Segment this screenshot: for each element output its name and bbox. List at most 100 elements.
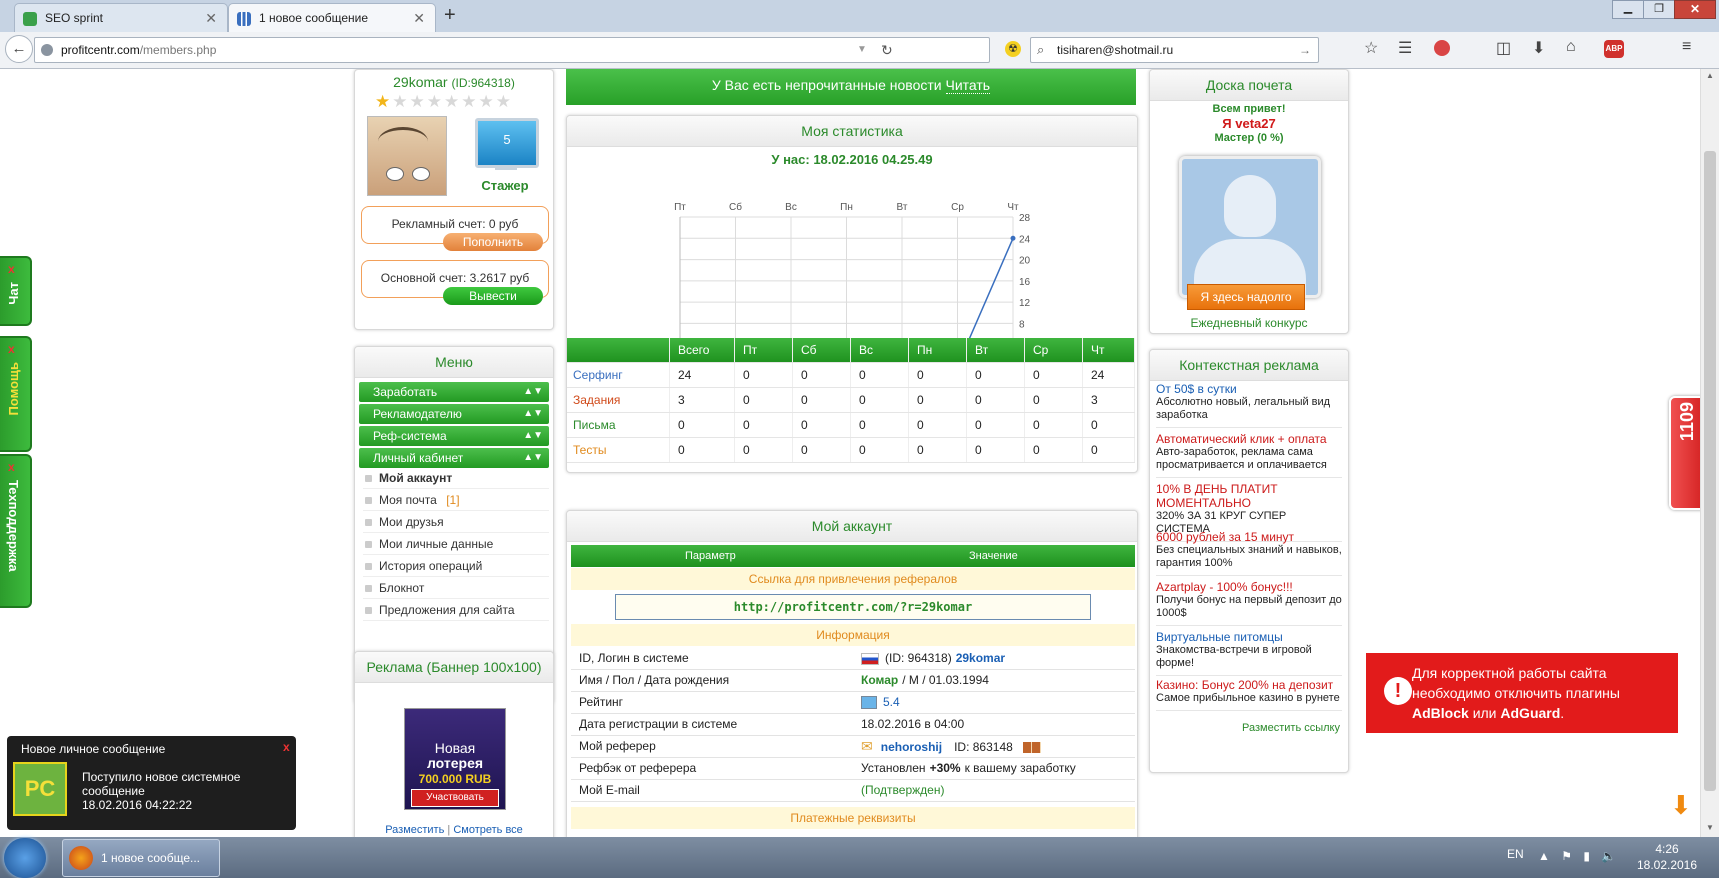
avatar[interactable] [367, 116, 447, 196]
stats-cell: 0 [734, 437, 793, 463]
stats-row-label[interactable]: Задания [567, 387, 670, 413]
download-icon[interactable]: ⬇ [1532, 38, 1545, 58]
tray-arrow-icon[interactable]: ▲ [1538, 849, 1550, 863]
dropdown-arrow-icon[interactable]: ▼ [857, 38, 867, 62]
pocket-icon[interactable]: ◫ [1496, 38, 1511, 58]
place-banner-link[interactable]: Разместить [385, 824, 444, 836]
close-window-icon[interactable]: ✕ [1674, 0, 1716, 19]
side-tab-chat[interactable]: x Чат [0, 256, 32, 326]
topup-button[interactable]: Пополнить [443, 233, 543, 251]
language-indicator[interactable]: EN [1507, 847, 1524, 861]
close-icon[interactable]: ✕ [413, 4, 425, 33]
context-ads-title: Контекстная реклама [1150, 350, 1348, 381]
hamburger-menu-icon[interactable]: ≡ [1682, 38, 1691, 56]
context-ad-item[interactable]: Azartplay - 100% бонус!!! Получи бонус на… [1156, 580, 1342, 626]
taskbar-task-firefox[interactable]: 1 новое сообще... [62, 839, 220, 877]
maximize-icon[interactable]: ❐ [1643, 0, 1675, 19]
news-read-link[interactable]: Читать [945, 77, 991, 94]
network-icon[interactable]: ▮ [1583, 849, 1590, 863]
bookmark-star-icon[interactable]: ☆ [1364, 38, 1378, 58]
tab-seo-sprint[interactable]: SEO sprint ✕ [14, 3, 228, 33]
counter-badge[interactable]: 1109 [1669, 396, 1700, 510]
user-id: (ID:964318) [451, 76, 515, 90]
menu-item-my-mail[interactable]: Моя почта [1] [363, 490, 549, 511]
menu-item-personal-data[interactable]: Мои личные данные [363, 534, 549, 555]
start-button[interactable] [4, 838, 46, 878]
context-ad-item[interactable]: От 50$ в сутки Абсолютно новый, легальный… [1156, 382, 1342, 428]
context-ad-title[interactable]: От 50$ в сутки [1156, 382, 1342, 396]
reading-list-icon[interactable]: ☰ [1398, 38, 1412, 58]
envelope-icon[interactable]: ✉ [861, 738, 873, 754]
place-link-button[interactable]: Разместить ссылку [1242, 722, 1340, 734]
scroll-down-arrow-icon[interactable]: ⬇ [1670, 790, 1692, 821]
stats-row-label[interactable]: Серфинг [567, 362, 670, 388]
close-icon[interactable]: x [8, 342, 15, 356]
context-ad-title[interactable]: Виртуальные питомцы [1156, 630, 1342, 644]
side-tab-help[interactable]: x Помощь [0, 336, 32, 452]
menu-item-history[interactable]: История операций [363, 556, 549, 577]
minimize-icon[interactable]: ▁ [1612, 0, 1644, 19]
menu-item-my-friends[interactable]: Мои друзья [363, 512, 549, 533]
context-ad-item[interactable]: 6000 рублей за 15 минут Без специальных з… [1156, 530, 1342, 576]
search-bar[interactable]: ⌕ tisiharen@shotmail.ru → [1030, 37, 1319, 63]
lottery-banner[interactable]: Новая лотерея 700.000 RUB Участвовать [404, 708, 506, 810]
context-ad-title[interactable]: 6000 рублей за 15 минут [1156, 530, 1342, 544]
side-tab-support[interactable]: x Техподдержка [0, 454, 32, 608]
menu-section-cabinet[interactable]: Личный кабинет ▲▼ [359, 448, 549, 468]
context-ad-title[interactable]: 10% В ДЕНЬ ПЛАТИТ МОМЕНТАЛЬНО [1156, 482, 1342, 510]
context-ad-item[interactable]: Автоматический клик + оплата Авто-заработ… [1156, 432, 1342, 478]
close-icon[interactable]: x [283, 740, 290, 754]
context-ad-title[interactable]: Azartplay - 100% бонус!!! [1156, 580, 1342, 594]
stop-icon[interactable] [1434, 40, 1450, 56]
volume-icon[interactable]: 🔈 [1601, 849, 1616, 863]
ref-link-box[interactable]: http://profitcentr.com/?r=29komar [615, 594, 1091, 620]
page-scrollbar-track[interactable]: ▲ ▼ [1700, 69, 1719, 837]
view-all-link[interactable]: Смотреть все [453, 824, 522, 836]
account-row-extra[interactable]: 29komar [956, 651, 1005, 665]
flag-icon[interactable]: ⚑ [1561, 849, 1572, 863]
stats-row-label[interactable]: Письма [567, 412, 670, 438]
menu-section-ref-system[interactable]: Реф-система ▲▼ [359, 426, 549, 446]
adblock-notice[interactable]: ! Для корректной работы сайта необходимо… [1366, 653, 1678, 733]
user-placeholder-avatar[interactable] [1179, 156, 1321, 298]
username[interactable]: 29komar [393, 74, 447, 90]
y-tick-label: 28 [1019, 213, 1031, 224]
honor-name[interactable]: Я veta27 [1150, 116, 1348, 131]
context-ad-item[interactable]: Казино: Бонус 200% на депозит Самое прибы… [1156, 678, 1342, 711]
menu-section-advertiser[interactable]: Рекламодателю ▲▼ [359, 404, 549, 424]
daily-contest-link[interactable]: Ежедневный конкурс [1150, 316, 1348, 330]
tab-new-message[interactable]: 1 новое сообщение ✕ [228, 3, 436, 33]
close-icon[interactable]: x [8, 460, 15, 474]
search-input[interactable]: tisiharen@shotmail.ru [1057, 38, 1173, 62]
adblock-plus-icon[interactable]: ABP [1604, 40, 1624, 58]
home-icon[interactable]: ⌂ [1566, 38, 1576, 56]
menu-item-my-account[interactable]: Мой аккаунт [363, 468, 549, 489]
back-button[interactable]: ← [5, 35, 33, 63]
withdraw-button[interactable]: Вывести [443, 287, 543, 305]
close-icon[interactable]: x [8, 262, 15, 276]
scroll-thumb[interactable] [1704, 151, 1716, 791]
notification-popup[interactable]: Новое личное сообщение x PC Поступило но… [7, 736, 296, 830]
context-ad-item[interactable]: Виртуальные питомцы Знакомства-встречи в … [1156, 630, 1342, 676]
radioactive-icon[interactable]: ☢ [1005, 41, 1021, 57]
stats-cell: 0 [1082, 412, 1135, 438]
close-icon[interactable]: ✕ [205, 4, 217, 33]
scroll-down-icon[interactable]: ▼ [1706, 823, 1714, 832]
search-go-icon[interactable]: → [1299, 38, 1311, 62]
clock[interactable]: 4:26 18.02.2016 [1628, 841, 1706, 873]
honor-button[interactable]: Я здесь надолго [1187, 284, 1305, 310]
reload-icon[interactable]: ↻ [881, 38, 893, 62]
context-ad-title[interactable]: Автоматический клик + оплата [1156, 432, 1342, 446]
brick-icon[interactable] [1022, 742, 1041, 754]
url-bar[interactable]: profitcentr.com/members.php ▼ ↻ [34, 37, 990, 63]
menu-section-earn[interactable]: Заработать ▲▼ [359, 382, 549, 402]
stats-cell: 0 [734, 412, 793, 438]
menu-item-notebook[interactable]: Блокнот [363, 578, 549, 599]
menu-item-suggestions[interactable]: Предложения для сайта [363, 600, 549, 621]
menu-item-label: Моя почта [379, 493, 437, 507]
stats-row-label[interactable]: Тесты [567, 437, 670, 463]
russia-flag-icon [861, 652, 879, 665]
scroll-up-icon[interactable]: ▲ [1706, 71, 1714, 80]
context-ad-title[interactable]: Казино: Бонус 200% на депозит [1156, 678, 1342, 692]
new-tab-button[interactable]: + [444, 4, 456, 27]
